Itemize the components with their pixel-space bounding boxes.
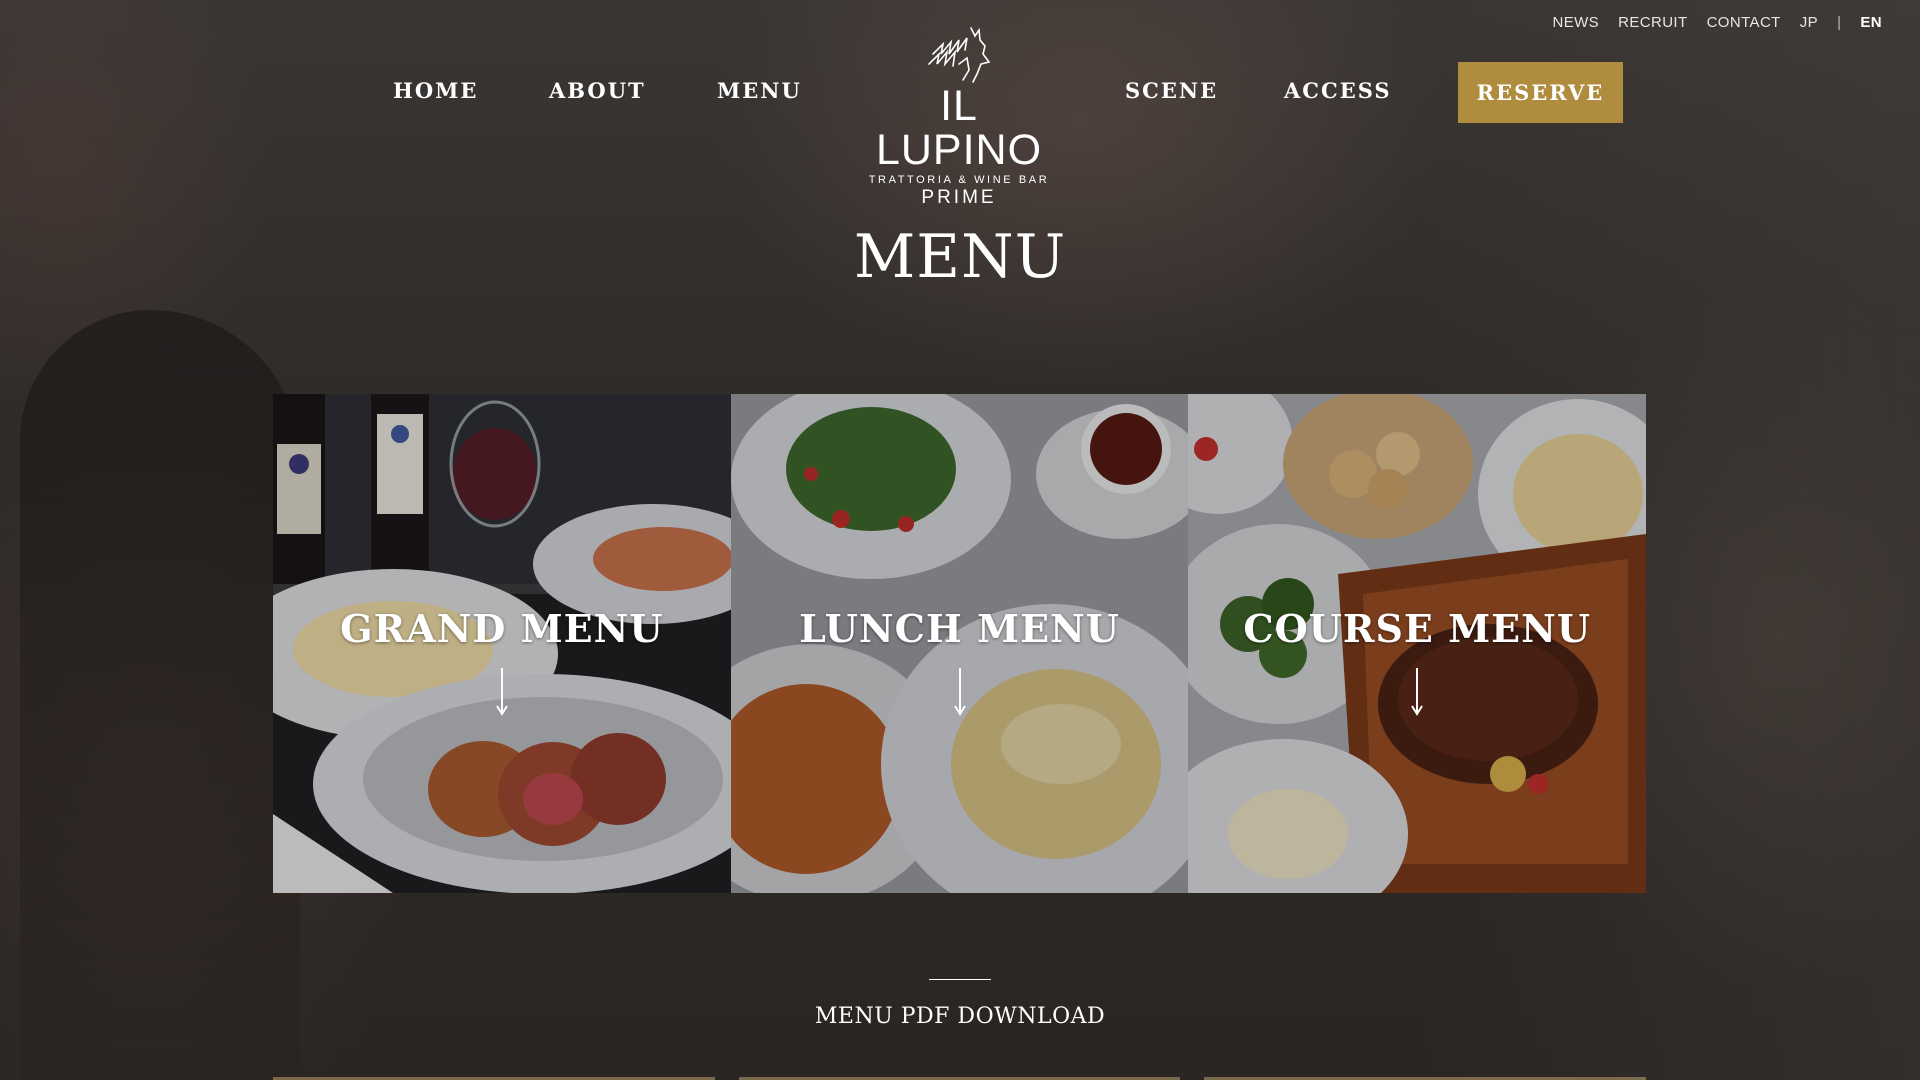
background-chair-silhouette xyxy=(20,310,300,1080)
site-logo[interactable]: IL LUPINO TRATTORIA & WINE BAR PRIME xyxy=(860,24,1058,208)
nav-about[interactable]: ABOUT xyxy=(549,78,646,103)
utility-news-link[interactable]: NEWS xyxy=(1552,14,1599,31)
arrow-down-icon xyxy=(495,668,508,716)
logo-tagline: PRIME xyxy=(921,187,997,208)
utility-contact-link[interactable]: CONTACT xyxy=(1707,14,1781,31)
language-en-link[interactable]: EN xyxy=(1860,14,1882,31)
utility-nav: NEWS RECRUIT CONTACT JP | EN xyxy=(1552,14,1882,31)
course-menu-label: COURSE MENU xyxy=(1243,606,1591,651)
page-title: MENU xyxy=(853,222,1067,292)
lunch-menu-label: LUNCH MENU xyxy=(799,606,1120,651)
pdf-divider xyxy=(929,979,991,980)
nav-scene[interactable]: SCENE xyxy=(1125,78,1218,103)
language-jp-link[interactable]: JP xyxy=(1800,14,1818,31)
nav-access[interactable]: ACCESS xyxy=(1284,78,1392,103)
arrow-down-icon xyxy=(1411,668,1424,716)
course-menu-card[interactable]: COURSE MENU xyxy=(1188,394,1647,893)
nav-menu[interactable]: MENU xyxy=(717,78,802,103)
utility-recruit-link[interactable]: RECRUIT xyxy=(1618,14,1687,31)
wolf-icon xyxy=(860,24,1058,86)
nav-home[interactable]: HOME xyxy=(393,78,478,103)
menu-pdf-download-link[interactable]: MENU PDF DOWNLOAD xyxy=(0,1004,1920,1029)
reserve-button[interactable]: RESERVE xyxy=(1458,62,1623,123)
grand-menu-card[interactable]: GRAND MENU xyxy=(273,394,731,893)
lunch-menu-card[interactable]: LUNCH MENU xyxy=(730,394,1189,893)
logo-name: IL LUPINO xyxy=(875,82,1043,174)
menu-cards: GRAND MENU LUNCH MENU COURSE MENU xyxy=(273,394,1647,893)
logo-subtitle: TRATTORIA & WINE BAR xyxy=(868,174,1050,186)
grand-menu-label: GRAND MENU xyxy=(340,606,664,651)
arrow-down-icon xyxy=(953,668,966,716)
language-separator: | xyxy=(1837,14,1842,31)
